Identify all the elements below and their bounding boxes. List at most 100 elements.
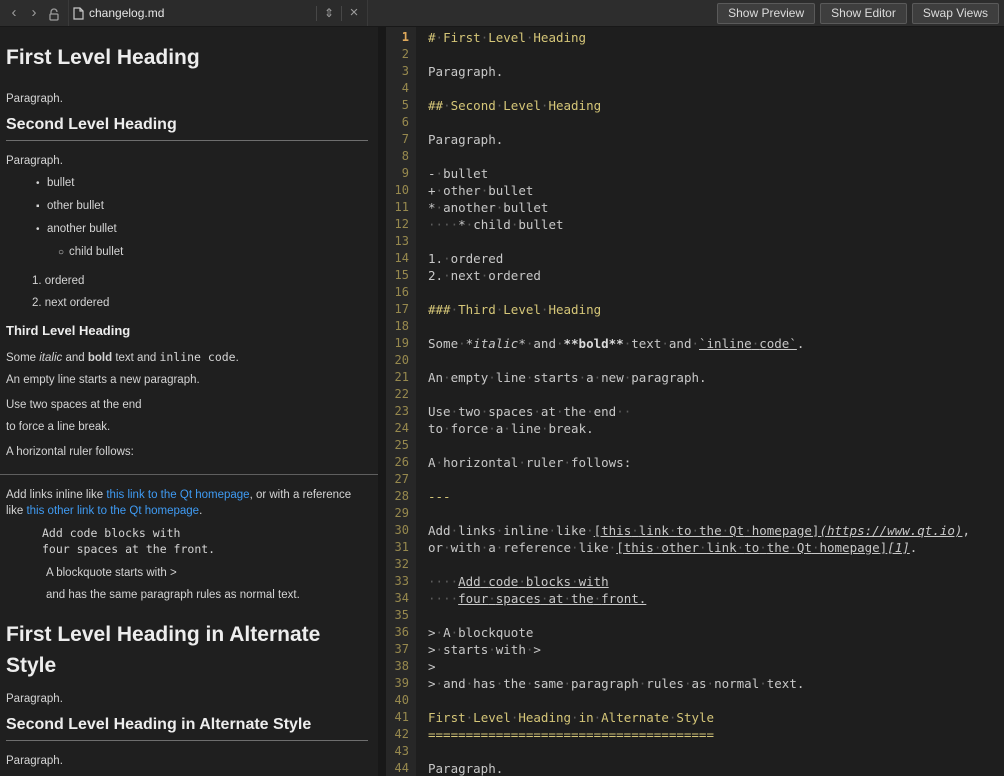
line-text <box>416 114 428 131</box>
unlock-icon[interactable] <box>45 4 63 22</box>
line-text: 2.·next·ordered <box>416 267 541 284</box>
editor-line: 22 <box>386 386 1004 403</box>
line-text <box>416 80 428 97</box>
bold-text: bold <box>88 352 112 364</box>
line-text: Use·two·spaces·at·the·end·· <box>416 403 631 420</box>
preview-paragraph: An empty line starts a new paragraph. <box>6 372 368 388</box>
line-text: ····Add·code·blocks·with <box>416 573 609 590</box>
editor-line: 43 <box>386 743 1004 760</box>
editor-line: 36>·A·blockquote <box>386 624 1004 641</box>
preview-paragraph: Some italic and bold text and inline cod… <box>6 349 368 366</box>
line-text <box>416 46 428 63</box>
editor-line: 12····*·child·bullet <box>386 216 1004 233</box>
preview-paragraph: Add links inline like this link to the Q… <box>6 487 368 519</box>
line-text: --- <box>416 488 451 505</box>
editor-line: 44Paragraph. <box>386 760 1004 776</box>
show-editor-button[interactable]: Show Editor <box>820 3 907 24</box>
line-text: >·and·has·the·same·paragraph·rules·as·no… <box>416 675 804 692</box>
code-block: Add code blocks withfour spaces at the f… <box>42 525 368 557</box>
markdown-editor-pane[interactable]: 1#·First·Level·Heading23Paragraph.45##·S… <box>386 27 1004 776</box>
line-number: 31 <box>386 539 416 556</box>
separator <box>341 6 342 21</box>
line-number: 10 <box>386 182 416 199</box>
editor-line: 29 <box>386 505 1004 522</box>
editor-line: 35 <box>386 607 1004 624</box>
line-number: 36 <box>386 624 416 641</box>
line-number: 18 <box>386 318 416 335</box>
editor-line: 27 <box>386 471 1004 488</box>
editor-line: 6 <box>386 114 1004 131</box>
back-icon[interactable]: ‹ <box>5 3 23 23</box>
line-number: 33 <box>386 573 416 590</box>
bullet-marker: ▪ <box>36 199 47 215</box>
close-document-icon[interactable]: × <box>345 3 363 23</box>
line-text: ##·Second·Level·Heading <box>416 97 601 114</box>
editor-line: 17###·Third·Level·Heading <box>386 301 1004 318</box>
editor-line: 8 <box>386 148 1004 165</box>
line-text <box>416 437 428 454</box>
preview-paragraph: A horizontal ruler follows: <box>6 444 368 460</box>
preview-heading-2: Second Level Heading in Alternate Style <box>6 715 368 741</box>
line-text: ====================================== <box>416 726 714 743</box>
line-text: An·empty·line·starts·a·new·paragraph. <box>416 369 707 386</box>
preview-paragraph: Paragraph. <box>6 91 368 107</box>
blockquote-paragraph: A blockquote starts with > <box>46 565 368 581</box>
show-preview-button[interactable]: Show Preview <box>717 3 815 24</box>
line-number: 24 <box>386 420 416 437</box>
editor-line: 38> <box>386 658 1004 675</box>
line-number: 15 <box>386 267 416 284</box>
preview-scrollbar[interactable] <box>378 27 386 776</box>
editor-line: 20 <box>386 352 1004 369</box>
ordered-item: 1. ordered <box>32 273 368 289</box>
line-number: 25 <box>386 437 416 454</box>
line-number: 14 <box>386 250 416 267</box>
editor-line: 31or·with·a·reference·like·[this·other·l… <box>386 539 1004 556</box>
blockquote: A blockquote starts with >and has the sa… <box>46 565 368 603</box>
bullet-marker: • <box>36 176 47 192</box>
preview-heading-2: Second Level Heading <box>6 115 368 141</box>
bullet-marker: ○ <box>58 245 69 261</box>
document-dropdown-icon[interactable]: ⇕ <box>320 3 338 23</box>
line-number: 43 <box>386 743 416 760</box>
swap-views-button[interactable]: Swap Views <box>912 3 999 24</box>
line-number: 4 <box>386 80 416 97</box>
line-number: 37 <box>386 641 416 658</box>
line-number: 27 <box>386 471 416 488</box>
line-number: 22 <box>386 386 416 403</box>
line-text: -·bullet <box>416 165 488 182</box>
preview-heading-3: Third Level Heading <box>6 323 368 339</box>
line-number: 21 <box>386 369 416 386</box>
line-text: First·Level·Heading·in·Alternate·Style <box>416 709 714 726</box>
bullet-item: •bullet <box>36 175 368 192</box>
line-text: Some·*italic*·and·**bold**·text·and·`inl… <box>416 335 804 352</box>
editor-line: 41First·Level·Heading·in·Alternate·Style <box>386 709 1004 726</box>
document-tab[interactable]: changelog.md ⇕ × <box>68 0 368 26</box>
view-actions: Show Preview Show Editor Swap Views <box>717 3 1004 24</box>
line-number: 39 <box>386 675 416 692</box>
line-text: A·horizontal·ruler·follows: <box>416 454 631 471</box>
line-text <box>416 505 428 522</box>
forward-icon[interactable]: › <box>25 3 43 23</box>
editor-line: 152.·next·ordered <box>386 267 1004 284</box>
editor-line: 2 <box>386 46 1004 63</box>
bullet-item: ▪other bullet <box>36 198 368 215</box>
qt-homepage-link[interactable]: this link to the Qt homepage <box>106 489 249 501</box>
editor-line: 3Paragraph. <box>386 63 1004 80</box>
line-number: 12 <box>386 216 416 233</box>
editor-line: 7Paragraph. <box>386 131 1004 148</box>
line-text <box>416 284 428 301</box>
bullet-item: •another bullet <box>36 221 368 238</box>
bullet-marker: • <box>36 222 47 238</box>
line-text: ····four·spaces·at·the·front. <box>416 590 646 607</box>
line-number: 30 <box>386 522 416 539</box>
editor-line: 34····four·spaces·at·the·front. <box>386 590 1004 607</box>
markdown-preview-pane: First Level HeadingParagraph.Second Leve… <box>0 27 378 776</box>
editor-line: 5##·Second·Level·Heading <box>386 97 1004 114</box>
document-icon <box>73 7 84 20</box>
qt-homepage-link[interactable]: this other link to the Qt homepage <box>26 505 199 517</box>
editor-line: 19Some·*italic*·and·**bold**·text·and·`i… <box>386 335 1004 352</box>
line-number: 34 <box>386 590 416 607</box>
line-text: or·with·a·reference·like·[this·other·lin… <box>416 539 917 556</box>
editor-line: 18 <box>386 318 1004 335</box>
editor-line: 33····Add·code·blocks·with <box>386 573 1004 590</box>
